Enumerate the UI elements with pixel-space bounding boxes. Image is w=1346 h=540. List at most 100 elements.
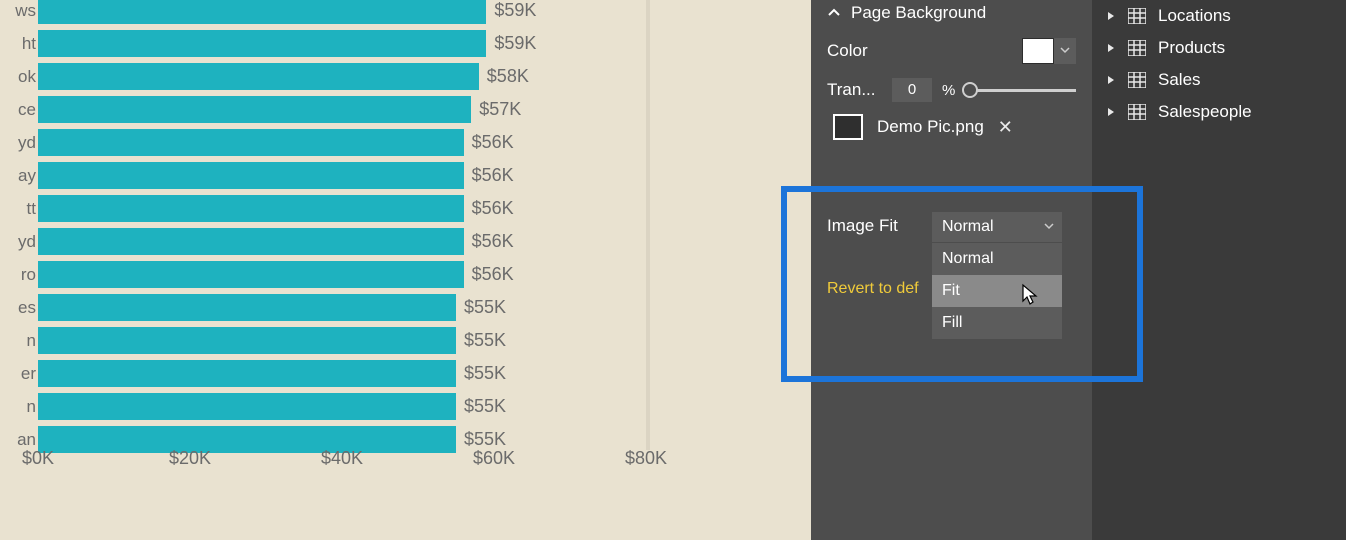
bar-value-label: $57K <box>479 93 521 126</box>
close-icon[interactable]: ✕ <box>998 117 1013 138</box>
caret-right-icon <box>1106 11 1116 21</box>
color-picker[interactable] <box>1022 38 1076 64</box>
image-fit-dropdown[interactable]: Normal NormalFitFill <box>932 212 1062 339</box>
bar-row: yd $56K <box>0 225 811 258</box>
bar-category-label: yd <box>0 225 36 258</box>
bar-row: tt $56K <box>0 192 811 225</box>
color-label: Color <box>827 41 868 61</box>
field-table-item[interactable]: Locations <box>1092 0 1346 32</box>
bar-category-label: ht <box>0 27 36 60</box>
table-icon <box>1128 40 1146 56</box>
bar-value-label: $56K <box>472 258 514 291</box>
bar[interactable] <box>38 129 464 156</box>
field-table-label: Salespeople <box>1158 102 1252 122</box>
bar-category-label: n <box>0 324 36 357</box>
bar-row: ro $56K <box>0 258 811 291</box>
section-title: Page Background <box>851 3 986 23</box>
axis-tick: $0K <box>22 448 54 469</box>
slider-thumb[interactable] <box>962 82 978 98</box>
axis-tick: $60K <box>473 448 515 469</box>
bar-row: es $55K <box>0 291 811 324</box>
bar[interactable] <box>38 228 464 255</box>
bar-value-label: $55K <box>464 291 506 324</box>
bar-value-label: $56K <box>472 159 514 192</box>
transparency-row: Tran... 0 % <box>811 72 1092 108</box>
caret-right-icon <box>1106 75 1116 85</box>
bar-value-label: $56K <box>472 126 514 159</box>
bar-category-label: n <box>0 390 36 423</box>
bar-category-label: ws <box>0 0 36 27</box>
bar-category-label: er <box>0 357 36 390</box>
dropdown-option[interactable]: Fit <box>932 275 1062 307</box>
bar-row: ws $59K <box>0 0 811 27</box>
bar[interactable] <box>38 63 479 90</box>
image-file-row: Demo Pic.png ✕ <box>811 108 1092 146</box>
bar-value-label: $56K <box>472 225 514 258</box>
color-swatch <box>1022 38 1054 64</box>
bar-category-label: ay <box>0 159 36 192</box>
dropdown-option[interactable]: Normal <box>932 243 1062 275</box>
caret-right-icon <box>1106 107 1116 117</box>
bar[interactable] <box>38 0 486 24</box>
image-thumb-icon[interactable] <box>833 114 863 140</box>
x-axis: $0K$20K$40K$60K$80K <box>0 448 811 478</box>
field-table-item[interactable]: Products <box>1092 32 1346 64</box>
bar-row: ht$59K <box>0 27 811 60</box>
bar-category-label: ro <box>0 258 36 291</box>
image-fit-label: Image Fit <box>827 216 898 236</box>
bar-value-label: $55K <box>464 324 506 357</box>
bar[interactable] <box>38 294 456 321</box>
table-icon <box>1128 104 1146 120</box>
bar[interactable] <box>38 327 456 354</box>
bar-category-label: ce <box>0 93 36 126</box>
color-row: Color <box>811 30 1092 72</box>
bar-row: ce $57K <box>0 93 811 126</box>
transparency-value[interactable]: 0 <box>892 78 932 102</box>
bar[interactable] <box>38 162 464 189</box>
field-table-item[interactable]: Sales <box>1092 64 1346 96</box>
bar-category-label: yd <box>0 126 36 159</box>
bar-category-label: tt <box>0 192 36 225</box>
bar-value-label: $55K <box>464 357 506 390</box>
fields-panel: Locations Products Sales Salespeople <box>1092 0 1346 540</box>
bar-row: ay $56K <box>0 159 811 192</box>
transparency-slider[interactable] <box>965 80 1076 100</box>
bar[interactable] <box>38 360 456 387</box>
revert-to-default-link[interactable]: Revert to def <box>827 280 935 298</box>
table-icon <box>1128 8 1146 24</box>
bar-value-label: $58K <box>487 60 529 93</box>
chart-gridline <box>646 0 650 450</box>
chevron-down-icon <box>1054 38 1076 64</box>
bar-category-label: es <box>0 291 36 324</box>
bar[interactable] <box>38 393 456 420</box>
chevron-up-icon <box>827 6 841 20</box>
bar-row: yd $56K <box>0 126 811 159</box>
bar-value-label: $59K <box>494 0 536 27</box>
bar[interactable] <box>38 96 471 123</box>
bar[interactable] <box>38 195 464 222</box>
dropdown-selected[interactable]: Normal <box>932 212 1062 242</box>
transparency-label: Tran... <box>827 80 882 100</box>
bar-value-label: $55K <box>464 390 506 423</box>
field-table-label: Products <box>1158 38 1225 58</box>
format-panel: Page Background Color Tran... 0 % Demo P… <box>811 0 1092 540</box>
axis-tick: $20K <box>169 448 211 469</box>
dropdown-list: NormalFitFill <box>932 242 1062 339</box>
percent-label: % <box>942 82 955 99</box>
cursor-pointer-icon <box>1020 283 1042 309</box>
field-table-label: Sales <box>1158 70 1201 90</box>
caret-right-icon <box>1106 43 1116 53</box>
section-page-background[interactable]: Page Background <box>811 0 1092 30</box>
bar-category-label: ok <box>0 60 36 93</box>
dropdown-option[interactable]: Fill <box>932 307 1062 339</box>
field-table-item[interactable]: Salespeople <box>1092 96 1346 128</box>
bar-chart: ws $59Kht$59Kok $58K ce $57K yd $56K ay $56K tt $5… <box>0 0 811 540</box>
bar-row: er $55K <box>0 357 811 390</box>
bar[interactable] <box>38 30 486 57</box>
bar-value-label: $56K <box>472 192 514 225</box>
axis-tick: $40K <box>321 448 363 469</box>
bar-row: ok $58K <box>0 60 811 93</box>
bar-row: n $55K <box>0 324 811 357</box>
bar[interactable] <box>38 261 464 288</box>
bar-row: n $55K <box>0 390 811 423</box>
